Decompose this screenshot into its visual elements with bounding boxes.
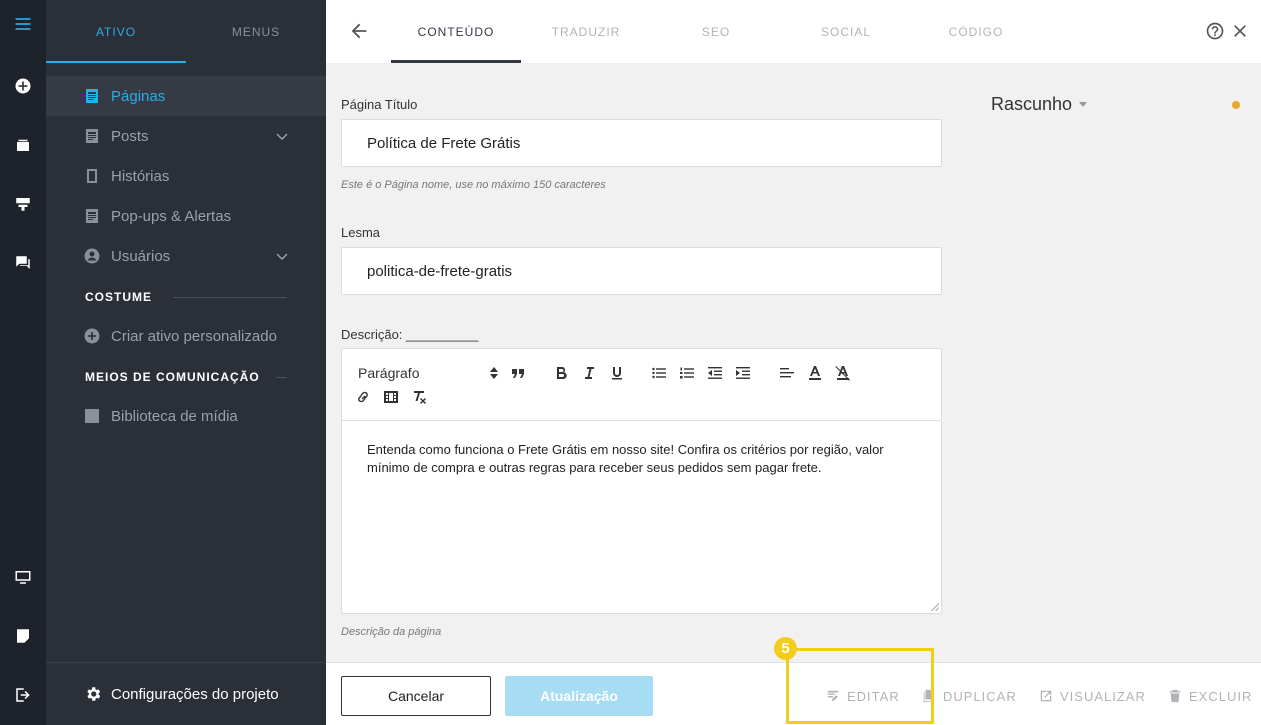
view-label: VISUALIZAR xyxy=(1060,688,1146,704)
title-label: Página Título xyxy=(341,97,418,112)
image-library-icon xyxy=(84,408,100,424)
tab-conteudo[interactable]: CONTEÚDO xyxy=(391,0,521,63)
status-label: Rascunho xyxy=(991,94,1073,114)
sidebar-tabs: ATIVO MENUS xyxy=(46,0,326,63)
blockquote-icon[interactable] xyxy=(509,364,527,382)
chevron-down-icon[interactable] xyxy=(274,128,290,144)
clear-color-icon[interactable] xyxy=(834,364,852,382)
numbered-list-icon[interactable] xyxy=(678,364,696,382)
status-dropdown[interactable]: Rascunho xyxy=(991,94,1088,115)
underline-icon[interactable] xyxy=(608,364,626,382)
tab-ativo[interactable]: ATIVO xyxy=(46,0,186,63)
plugin-icon[interactable] xyxy=(11,192,35,216)
tab-social[interactable]: SOCIAL xyxy=(781,0,911,63)
close-icon[interactable] xyxy=(1230,21,1250,41)
create-custom-asset[interactable]: Criar ativo personalizado xyxy=(46,316,326,356)
sidebar-item-historias[interactable]: Histórias xyxy=(46,156,326,196)
settings-label: Configurações do projeto xyxy=(111,685,279,703)
sidebar-item-posts[interactable]: Posts xyxy=(46,116,326,156)
layers-icon[interactable] xyxy=(11,133,35,157)
slug-label: Lesma xyxy=(341,225,381,240)
post-icon xyxy=(84,128,100,144)
clear-format-icon[interactable] xyxy=(410,388,428,406)
bullet-list-icon[interactable] xyxy=(650,364,668,382)
sidebar-item-label: Pop-ups & Alertas xyxy=(111,207,232,225)
description-textarea[interactable]: Entenda como funciona o Frete Grátis em … xyxy=(367,441,917,477)
desktop-icon[interactable] xyxy=(11,565,35,589)
trash-icon xyxy=(1169,689,1181,703)
link-icon[interactable] xyxy=(354,388,372,406)
annotation-badge: 5 xyxy=(774,637,797,660)
status-indicator-dot xyxy=(1232,101,1240,109)
text-color-icon[interactable] xyxy=(806,364,824,382)
hamburger-menu-icon[interactable] xyxy=(11,12,35,36)
sidebar-item-label: Páginas xyxy=(111,87,166,105)
resize-handle-icon[interactable] xyxy=(931,603,939,611)
tab-seo[interactable]: SEO xyxy=(651,0,781,63)
paragraph-format-select[interactable]: Parágrafo xyxy=(358,365,419,381)
add-circle-icon xyxy=(84,328,100,344)
rich-text-editor: Parágrafo Entenda como funciona o Frete … xyxy=(341,348,942,614)
tab-codigo[interactable]: CÓDIGO xyxy=(911,0,1041,63)
view-button[interactable]: VISUALIZAR xyxy=(1039,688,1146,704)
note-icon[interactable] xyxy=(11,624,35,648)
delete-button[interactable]: EXCLUIR xyxy=(1168,688,1252,704)
chat-icon[interactable] xyxy=(11,251,35,275)
sidebar-item-paginas[interactable]: Páginas xyxy=(46,76,326,116)
help-icon[interactable] xyxy=(1205,21,1225,41)
bold-icon[interactable] xyxy=(552,364,570,382)
divider xyxy=(276,377,287,378)
divider xyxy=(173,297,287,298)
sidebar-item-label: Usuários xyxy=(111,247,171,265)
title-hint: Este é o Página nome, use no máximo 150 … xyxy=(341,179,606,191)
duplicate-label: DUPLICAR xyxy=(943,688,1017,704)
video-icon[interactable] xyxy=(382,388,400,406)
gear-icon xyxy=(87,687,101,701)
sidebar-item-label: Posts xyxy=(111,127,149,145)
tab-indicator xyxy=(391,60,521,63)
sidebar-item-media-library[interactable]: Biblioteca de mídia xyxy=(46,396,326,436)
back-arrow-icon[interactable] xyxy=(348,20,372,44)
icon-rail xyxy=(0,0,46,725)
section-label-media: MEIOS DE COMUNICAÇÃO xyxy=(85,370,260,384)
delete-label: EXCLUIR xyxy=(1189,688,1253,704)
annotation-highlight-box xyxy=(786,648,934,724)
sidebar-item-popups[interactable]: Pop-ups & Alertas xyxy=(46,196,326,236)
outdent-icon[interactable] xyxy=(706,364,724,382)
sidebar: ATIVO MENUS Páginas Posts Histórias Pop-… xyxy=(46,0,326,725)
update-button[interactable]: Atualização xyxy=(505,676,653,716)
slug-input[interactable]: politica-de-frete-gratis xyxy=(341,247,942,295)
external-link-icon xyxy=(1040,690,1052,702)
sidebar-item-label: Criar ativo personalizado xyxy=(111,327,277,345)
chevron-down-icon[interactable] xyxy=(274,248,290,264)
popup-icon xyxy=(84,208,100,224)
editor-toolbar: Parágrafo xyxy=(342,349,941,421)
select-arrows-icon xyxy=(490,367,498,379)
tab-traduzir[interactable]: TRADUZIR xyxy=(521,0,651,63)
tab-menus[interactable]: MENUS xyxy=(186,0,326,63)
section-label-costume: COSTUME xyxy=(85,290,152,304)
sidebar-item-label: Biblioteca de mídia xyxy=(111,407,238,425)
cancel-button[interactable]: Cancelar xyxy=(341,676,491,716)
duplicate-button[interactable]: DUPLICAR xyxy=(922,688,1017,704)
align-left-icon[interactable] xyxy=(778,364,796,382)
caret-down-icon xyxy=(1079,102,1088,107)
page-icon xyxy=(84,88,100,104)
user-icon xyxy=(84,248,100,264)
sidebar-item-label: Histórias xyxy=(111,167,170,185)
add-circle-icon[interactable] xyxy=(11,74,35,98)
title-input[interactable]: Política de Frete Grátis xyxy=(341,119,942,167)
sidebar-item-usuarios[interactable]: Usuários xyxy=(46,236,326,276)
project-settings[interactable]: Configurações do projeto xyxy=(46,662,326,725)
logout-icon[interactable] xyxy=(11,683,35,707)
description-hint: Descrição da página xyxy=(341,626,442,638)
story-icon xyxy=(84,168,100,184)
description-label: Descrição: __________ xyxy=(341,327,479,342)
sidebar-tab-indicator xyxy=(46,61,186,63)
indent-icon[interactable] xyxy=(734,364,752,382)
content-header: CONTEÚDO TRADUZIR SEO SOCIAL CÓDIGO xyxy=(326,0,1261,63)
italic-icon[interactable] xyxy=(580,364,598,382)
